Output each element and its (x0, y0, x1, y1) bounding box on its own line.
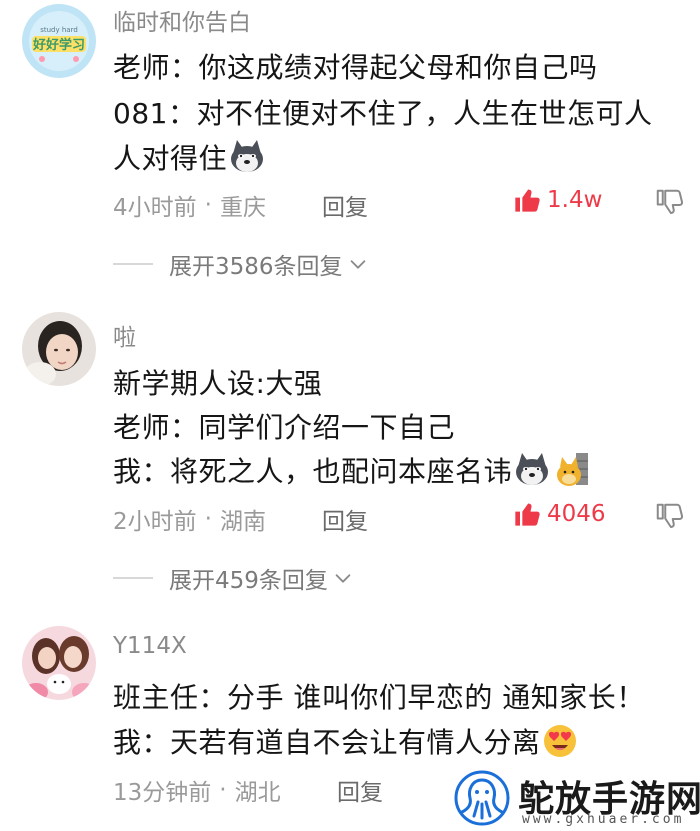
dislike-button[interactable] (654, 501, 684, 535)
comment-line: 新学期人设:大强 (113, 367, 323, 400)
comment-line: 081：对不住便对不住了，人生在世怎可人 (113, 97, 653, 130)
username[interactable]: Y114X (113, 633, 187, 659)
comment-meta: 13分钟前 · 湖北 (113, 773, 281, 807)
like-count: 4046 (547, 501, 606, 527)
expand-replies-label: 展开3586条回复 (169, 254, 343, 280)
location: 湖南 (219, 509, 266, 535)
reply-button[interactable]: 回复 (322, 502, 368, 536)
chevron-down-icon (335, 574, 351, 583)
separator: · (219, 777, 227, 803)
location: 重庆 (219, 195, 266, 221)
expand-replies-button[interactable]: 展开3586条回复 (113, 247, 369, 281)
thumbs-up-icon (515, 189, 540, 212)
avatar[interactable] (22, 312, 96, 386)
husky-emoji-icon (514, 453, 550, 494)
expand-replies-button[interactable]: 展开459条回复 (113, 561, 354, 595)
avatar-study-badge: study hard 好好学习 (22, 4, 96, 78)
like-button[interactable]: 1.4w (513, 186, 602, 214)
husky-emoji-icon (229, 140, 265, 181)
username[interactable]: 临时和你告白 (113, 3, 251, 37)
doge-emoji-icon (556, 451, 590, 494)
comment-line: 老师：你这成绩对得起父母和你自己吗 (113, 51, 598, 84)
thumbs-down-icon (656, 503, 684, 528)
username[interactable]: 啦 (113, 318, 136, 352)
comment-meta: 2小时前 · 湖南 (113, 502, 266, 536)
site-watermark: 鸵放手游网 www.gxhuaer.com (452, 768, 700, 831)
dislike-button[interactable] (654, 187, 684, 221)
thumbs-up-icon (515, 503, 540, 526)
timestamp: 4小时前 (113, 195, 197, 221)
chevron-down-icon (350, 260, 365, 269)
avatar-photo (22, 312, 96, 386)
divider (113, 577, 153, 579)
timestamp: 13分钟前 (113, 780, 212, 806)
comment-text: 人对得住 (113, 142, 228, 175)
comment-line-with-emoji: 我：天若有道自不会让有情人分离 (113, 721, 577, 765)
avatar[interactable]: study hard 好好学习 (22, 4, 96, 78)
avatar-photo (22, 626, 96, 700)
timestamp: 2小时前 (113, 509, 197, 535)
expand-replies-label: 展开459条回复 (169, 568, 328, 594)
reply-button[interactable]: 回复 (322, 188, 368, 222)
separator: · (204, 506, 212, 532)
like-button[interactable]: 4046 (513, 500, 606, 528)
svg-text:study hard: study hard (40, 26, 78, 34)
watermark-url: www.gxhuaer.com (522, 812, 685, 827)
heart-eyes-emoji-icon (543, 724, 577, 765)
comment-text: 我：天若有道自不会让有情人分离 (113, 726, 541, 759)
avatar[interactable] (22, 626, 96, 700)
like-count: 1.4w (547, 187, 603, 213)
comment-line: 班主任：分手 谁叫你们早恋的 通知家长！ (113, 681, 645, 714)
comment-line-with-emoji: 人对得住 (113, 137, 265, 181)
separator: · (204, 192, 212, 218)
divider (113, 263, 153, 265)
location: 湖北 (234, 780, 281, 806)
reply-button[interactable]: 回复 (337, 773, 383, 807)
comment-line-with-emoji: 我：将死之人，也配问本座名讳 (113, 450, 590, 494)
comment-text: 我：将死之人，也配问本座名讳 (113, 455, 513, 488)
svg-text:好好学习: 好好学习 (32, 37, 85, 53)
comment-line: 老师：同学们介绍一下自己 (113, 411, 456, 444)
thumbs-down-icon (656, 189, 684, 214)
comment-meta: 4小时前 · 重庆 (113, 188, 266, 222)
